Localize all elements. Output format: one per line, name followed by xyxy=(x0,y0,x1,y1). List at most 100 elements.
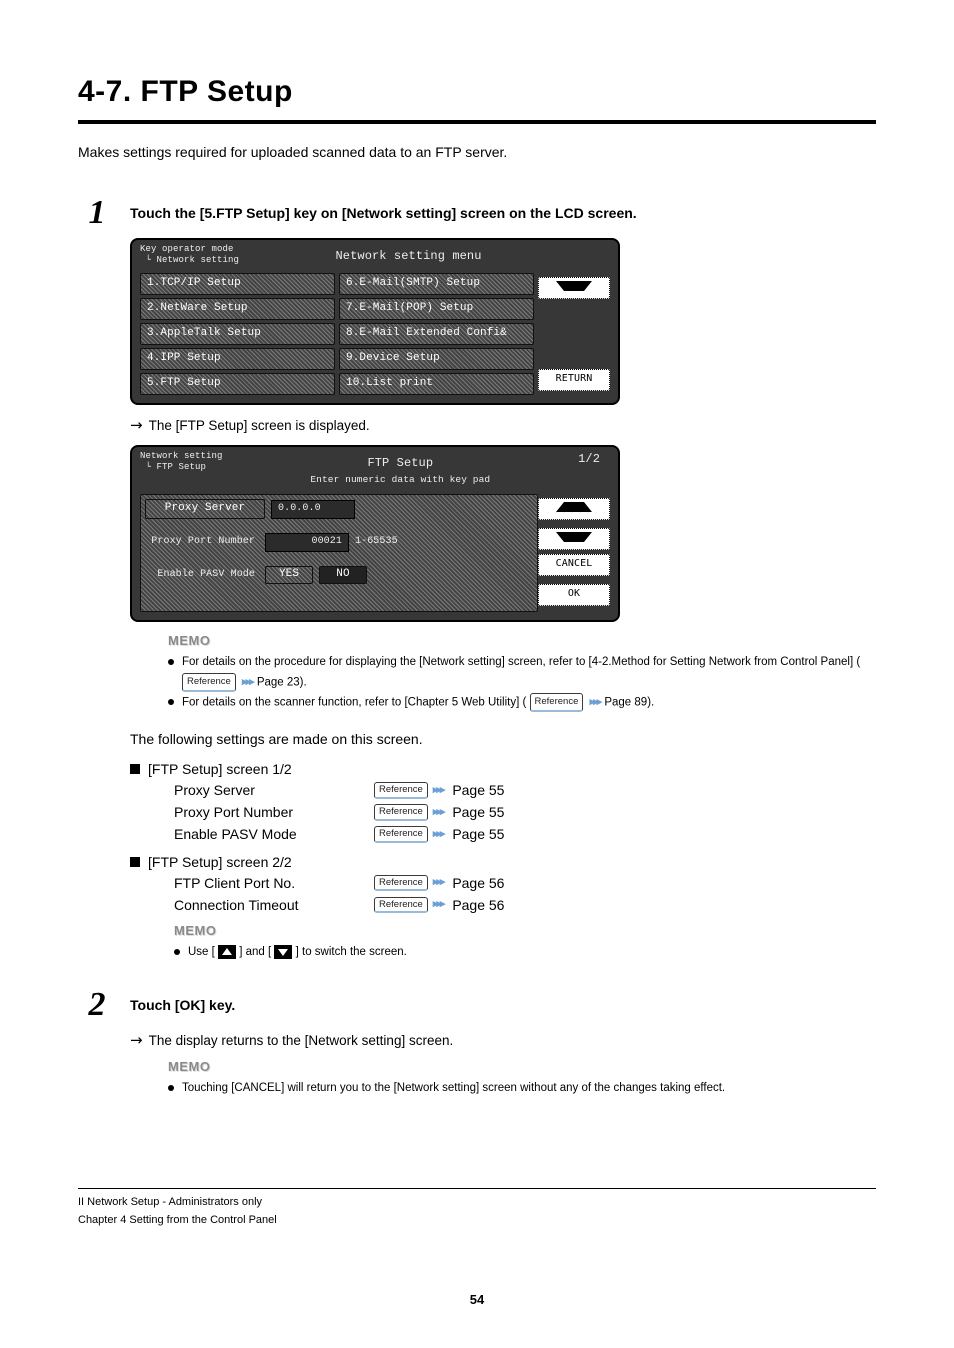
right-arrow-icon: → xyxy=(130,1030,143,1052)
setting-pasv-mode-page: Page 55 xyxy=(452,824,504,844)
reference-chevron-icon: ▸▸▸ xyxy=(433,875,444,891)
step-2-row: 2 Touch [OK] key. xyxy=(78,988,876,1022)
section-1-label: [FTP Setup] screen 1/2 xyxy=(130,759,876,779)
result-line-1: → The [FTP Setup] screen is displayed. xyxy=(130,415,876,437)
lcd2-proxy-server-value[interactable]: 0.0.0.0 xyxy=(271,500,355,519)
result-text-2: The display returns to the [Network sett… xyxy=(149,1031,454,1051)
memo-3-item: Touching [CANCEL] will return you to the… xyxy=(168,1079,876,1099)
lcd2-proxy-server-label[interactable]: Proxy Server xyxy=(145,499,265,519)
right-arrow-icon: → xyxy=(130,415,143,437)
arrow-down-icon xyxy=(556,281,592,291)
setting-proxy-port-page: Page 55 xyxy=(452,802,504,822)
setting-pasv-mode: Enable PASV Mode xyxy=(174,824,374,844)
footer-line-1: II Network Setup - Administrators only xyxy=(78,1195,876,1211)
lcd2-page-down[interactable] xyxy=(538,528,610,550)
lcd1-ftp-setup[interactable]: 5.FTP Setup xyxy=(140,373,335,395)
lcd2-subtitle: Enter numeric data with key pad xyxy=(223,473,579,487)
memo-2-mid: ] and [ xyxy=(239,946,271,958)
lcd2-title: FTP Setup xyxy=(367,456,433,470)
step-1-row: 1 Touch the [5.FTP Setup] key on [Networ… xyxy=(78,196,876,230)
section-1-text: [FTP Setup] screen 1/2 xyxy=(148,759,292,779)
step-1-number: 1 xyxy=(78,196,116,230)
reference-chevron-icon: ▸▸▸ xyxy=(590,693,601,712)
lcd2-pasv-label: Enable PASV Mode xyxy=(145,568,259,583)
section-1-rows: Proxy Server Reference ▸▸▸ Page 55 Proxy … xyxy=(174,780,876,846)
lcd1-list-print[interactable]: 10.List print xyxy=(339,373,534,395)
lcd1-appletalk-setup[interactable]: 3.AppleTalk Setup xyxy=(140,323,335,345)
lcd2-pasv-yes[interactable]: YES xyxy=(265,566,313,584)
reference-chevron-icon: ▸▸▸ xyxy=(242,673,253,692)
reference-badge[interactable]: Reference xyxy=(374,782,428,799)
reference-badge[interactable]: Reference xyxy=(374,875,428,892)
setting-proxy-server-page: Page 55 xyxy=(452,780,504,800)
reference-chevron-icon: ▸▸▸ xyxy=(433,783,444,799)
intro-text: Makes settings required for uploaded sca… xyxy=(78,142,876,162)
lcd1-email-pop-setup[interactable]: 7.E-Mail(POP) Setup xyxy=(339,298,534,320)
setting-proxy-server: Proxy Server xyxy=(174,780,374,800)
lcd1-title: Network setting menu xyxy=(239,244,578,265)
memo-2-heading: MEMO xyxy=(174,922,876,941)
setting-proxy-port: Proxy Port Number xyxy=(174,802,374,822)
lcd-network-menu: Key operator mode └ Network setting Netw… xyxy=(130,238,620,406)
lcd2-page-indicator: 1/2 xyxy=(578,451,608,468)
lcd1-email-extended[interactable]: 8.E-Mail Extended Confi& xyxy=(339,323,534,345)
lcd2-breadcrumb: Network setting └ FTP Setup xyxy=(140,451,223,473)
memo-2-post: ] to switch the screen. xyxy=(296,946,407,958)
arrow-up-icon xyxy=(218,945,236,959)
memo-1-item-1-a: For details on the procedure for display… xyxy=(182,656,860,668)
black-square-icon xyxy=(130,764,140,774)
reference-badge[interactable]: Reference xyxy=(530,693,584,712)
reference-badge[interactable]: Reference xyxy=(182,673,236,692)
step-2-number: 2 xyxy=(78,988,116,1022)
lcd1-tcpip-setup[interactable]: 1.TCP/IP Setup xyxy=(140,273,335,295)
lcd2-page-up[interactable] xyxy=(538,498,610,520)
lcd2-proxy-port-value[interactable]: 00021 xyxy=(265,533,349,552)
lcd2-proxy-port-range: 1-65535 xyxy=(355,535,398,550)
section-2-label: [FTP Setup] screen 2/2 xyxy=(130,852,876,872)
memo-1: MEMO For details on the procedure for di… xyxy=(168,632,876,713)
memo-3: MEMO Touching [CANCEL] will return you t… xyxy=(168,1058,876,1098)
section-2-text: [FTP Setup] screen 2/2 xyxy=(148,852,292,872)
memo-3-heading: MEMO xyxy=(168,1058,876,1077)
arrow-up-icon xyxy=(556,502,592,512)
reference-chevron-icon: ▸▸▸ xyxy=(433,897,444,913)
memo-1-item-2: For details on the scanner function, ref… xyxy=(168,693,876,713)
lcd2-proxy-port-label: Proxy Port Number xyxy=(145,535,259,550)
lcd1-email-smtp-setup[interactable]: 6.E-Mail(SMTP) Setup xyxy=(339,273,534,295)
memo-2-pre: Use [ xyxy=(188,946,215,958)
page-number: 54 xyxy=(470,1291,484,1310)
lcd1-return-button[interactable]: RETURN xyxy=(538,369,610,391)
reference-badge[interactable]: Reference xyxy=(374,804,428,821)
footer-rule xyxy=(78,1188,876,1189)
setting-timeout: Connection Timeout xyxy=(174,895,374,915)
memo-1-item-2-b: Page 89). xyxy=(604,696,654,708)
lcd-ftp-setup: Network setting └ FTP Setup FTP Setup En… xyxy=(130,445,620,622)
lcd2-cancel-button[interactable]: CANCEL xyxy=(538,554,610,576)
lcd2-ok-button[interactable]: OK xyxy=(538,584,610,606)
lcd1-breadcrumb: Key operator mode └ Network setting xyxy=(140,244,239,266)
title-rule xyxy=(78,120,876,124)
page-title: 4-7. FTP Setup xyxy=(78,70,876,114)
lcd1-ipp-setup[interactable]: 4.IPP Setup xyxy=(140,348,335,370)
memo-2-item: Use [ ] and [ ] to switch the screen. xyxy=(174,943,876,963)
reference-chevron-icon: ▸▸▸ xyxy=(433,805,444,821)
black-square-icon xyxy=(130,857,140,867)
arrow-down-icon xyxy=(556,532,592,542)
reference-badge[interactable]: Reference xyxy=(374,826,428,843)
lcd1-page-down[interactable] xyxy=(538,277,610,299)
step-1-instruction: Touch the [5.FTP Setup] key on [Network … xyxy=(130,203,637,223)
setting-timeout-page: Page 56 xyxy=(452,895,504,915)
footer-line-2: Chapter 4 Setting from the Control Panel xyxy=(78,1213,876,1229)
memo-1-item-2-a: For details on the scanner function, ref… xyxy=(182,696,526,708)
lcd2-pasv-no[interactable]: NO xyxy=(319,566,367,584)
lcd1-device-setup[interactable]: 9.Device Setup xyxy=(339,348,534,370)
setting-client-port: FTP Client Port No. xyxy=(174,873,374,893)
reference-badge[interactable]: Reference xyxy=(374,897,428,914)
step-2-instruction: Touch [OK] key. xyxy=(130,995,235,1015)
memo-1-heading: MEMO xyxy=(168,632,876,651)
memo-1-item-1-b: Page 23). xyxy=(257,676,307,688)
settings-intro: The following settings are made on this … xyxy=(130,729,876,749)
memo-2: MEMO Use [ ] and [ ] to switch the scree… xyxy=(174,922,876,962)
section-2-rows: FTP Client Port No. Reference ▸▸▸ Page 56… xyxy=(174,872,876,916)
lcd1-netware-setup[interactable]: 2.NetWare Setup xyxy=(140,298,335,320)
